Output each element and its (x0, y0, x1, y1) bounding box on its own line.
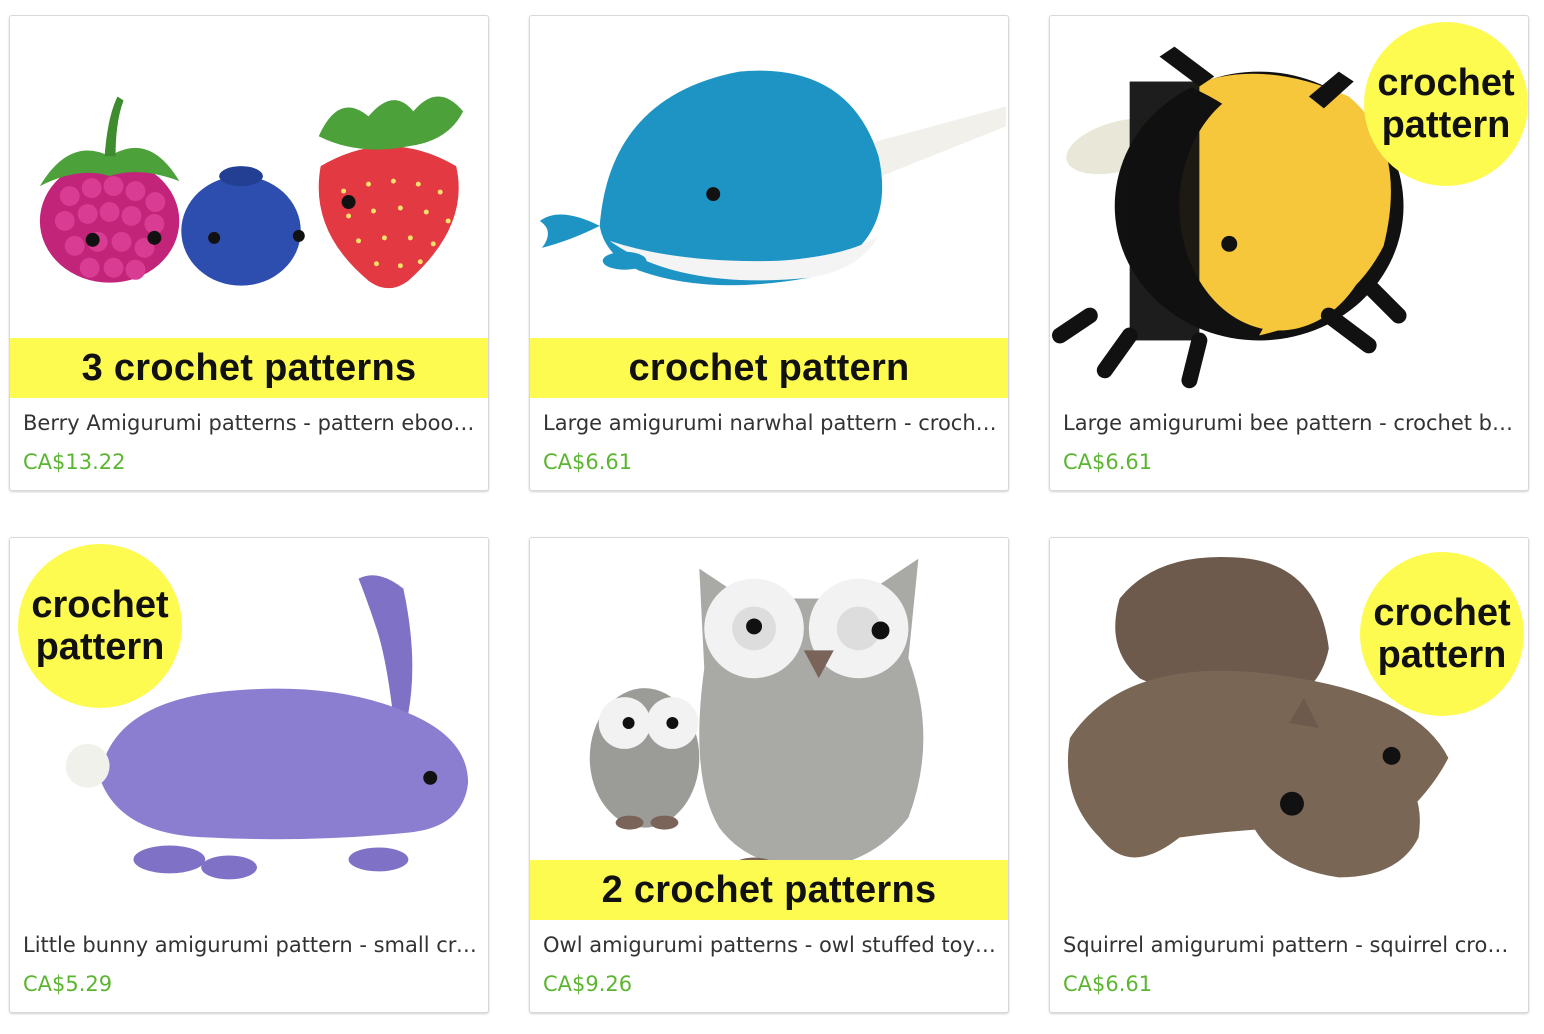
badge-line: pattern (1377, 634, 1507, 676)
product-image-bunny[interactable]: crochet pattern (10, 538, 488, 920)
badge-line: crochet (31, 584, 169, 626)
product-title[interactable]: Large amigurumi narwhal pattern - croche… (543, 411, 999, 435)
badge-line: pattern (35, 626, 165, 668)
product-label-badge: crochet pattern (1360, 552, 1524, 716)
product-image-owls[interactable]: 2 crochet patterns (530, 538, 1008, 920)
product-label-badge: crochet pattern (1364, 22, 1528, 186)
product-label-banner: crochet pattern (530, 338, 1008, 398)
product-card[interactable]: crochet pattern Little bunny amigurumi p… (9, 537, 489, 1013)
product-image-berries[interactable]: 3 crochet patterns (10, 16, 488, 398)
product-label-banner: 3 crochet patterns (10, 338, 488, 398)
product-card[interactable]: crochet pattern Squirrel amigurumi patte… (1049, 537, 1529, 1013)
product-price: CA$6.61 (1063, 972, 1153, 996)
product-label-banner: 2 crochet patterns (530, 860, 1008, 920)
product-price: CA$5.29 (23, 972, 113, 996)
product-price: CA$6.61 (543, 450, 633, 474)
product-title[interactable]: Owl amigurumi patterns - owl stuffed toy… (543, 933, 999, 957)
product-title[interactable]: Squirrel amigurumi pattern - squirrel cr… (1063, 933, 1519, 957)
product-image-bee[interactable]: crochet pattern (1050, 16, 1528, 398)
product-title[interactable]: Large amigurumi bee pattern - crochet bu… (1063, 411, 1519, 435)
product-price: CA$13.22 (23, 450, 126, 474)
product-card[interactable]: crochet pattern Large amigurumi narwhal … (529, 15, 1009, 491)
product-price: CA$9.26 (543, 972, 633, 996)
product-price: CA$6.61 (1063, 450, 1153, 474)
product-image-squirrel[interactable]: crochet pattern (1050, 538, 1528, 920)
product-title[interactable]: Berry Amigurumi patterns - pattern ebook… (23, 411, 479, 435)
badge-line: pattern (1381, 104, 1511, 146)
product-title[interactable]: Little bunny amigurumi pattern - small c… (23, 933, 479, 957)
product-card[interactable]: crochet pattern Large amigurumi bee patt… (1049, 15, 1529, 491)
product-image-narwhal[interactable]: crochet pattern (530, 16, 1008, 398)
badge-line: crochet (1373, 592, 1511, 634)
product-card[interactable]: 2 crochet patterns Owl amigurumi pattern… (529, 537, 1009, 1013)
badge-line: crochet (1377, 62, 1515, 104)
product-label-badge: crochet pattern (18, 544, 182, 708)
product-card[interactable]: 3 crochet patterns Berry Amigurumi patte… (9, 15, 489, 491)
